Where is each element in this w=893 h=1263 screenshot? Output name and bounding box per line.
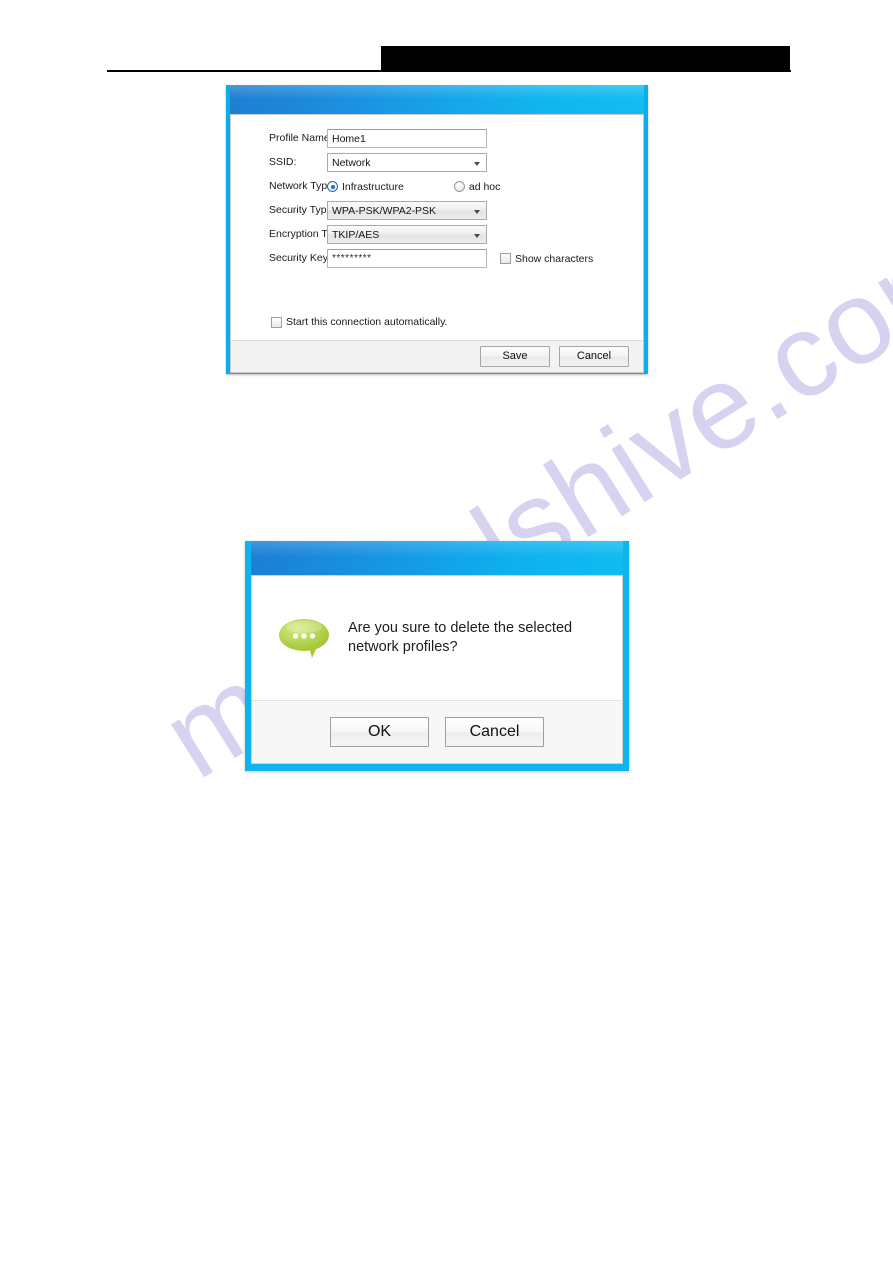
profile-dialog-footer: Save Cancel	[230, 340, 644, 373]
chevron-down-icon	[474, 209, 480, 214]
profile-name-row: Profile Name:	[231, 127, 643, 150]
encryption-type-label: Encryption Type:	[269, 228, 348, 240]
ssid-dropdown-value: Network	[332, 156, 371, 169]
profile-dialog-body: Profile Name: SSID: Network Network Type…	[230, 114, 644, 340]
encryption-type-dropdown-value: TKIP/AES	[332, 228, 380, 241]
profile-name-input[interactable]	[327, 129, 487, 148]
network-type-radio-group: Infrastructure ad hoc	[327, 181, 500, 193]
profile-form: Profile Name: SSID: Network Network Type…	[231, 115, 643, 270]
encryption-type-field-area: TKIP/AES	[327, 225, 487, 244]
security-type-field-area: WPA-PSK/WPA2-PSK	[327, 201, 487, 220]
header-redaction-bar	[381, 46, 790, 71]
profile-name-label: Profile Name:	[269, 132, 333, 144]
profile-editor-dialog: Profile Name: SSID: Network Network Type…	[226, 85, 648, 374]
page-header	[0, 0, 893, 86]
security-key-label: Security Key:	[269, 252, 331, 264]
encryption-type-row: Encryption Type: TKIP/AES	[231, 223, 643, 246]
titlebar-gloss	[251, 541, 623, 557]
save-button[interactable]: Save	[480, 346, 550, 367]
confirm-dialog-titlebar[interactable]	[251, 541, 623, 575]
security-type-dropdown-value: WPA-PSK/WPA2-PSK	[332, 204, 437, 217]
network-type-label: Network Type:	[269, 180, 336, 192]
header-divider-rule	[107, 70, 791, 72]
radio-selected-icon	[327, 181, 338, 192]
radio-infrastructure-label: Infrastructure	[342, 180, 404, 193]
radio-ad-hoc-label: ad hoc	[468, 180, 501, 193]
radio-unselected-icon	[453, 181, 465, 192]
ssid-field-area: Network	[327, 153, 487, 172]
ssid-dropdown[interactable]: Network	[327, 153, 487, 172]
confirm-dialog-footer: OK Cancel	[251, 700, 623, 764]
security-type-row: Security Type: WPA-PSK/WPA2-PSK	[231, 199, 643, 222]
encryption-type-dropdown[interactable]: TKIP/AES	[327, 225, 487, 244]
cancel-button[interactable]: Cancel	[559, 346, 629, 367]
network-type-row: Network Type: Infrastructure ad hoc	[231, 175, 643, 198]
security-type-label: Security Type:	[269, 204, 336, 216]
titlebar-gloss	[230, 85, 644, 99]
chevron-down-icon	[474, 161, 480, 166]
radio-ad-hoc[interactable]: ad hoc	[453, 180, 501, 193]
auto-start-label: Start this connection automatically.	[286, 316, 448, 328]
chevron-down-icon	[474, 233, 480, 238]
speech-bubble-icon	[278, 616, 334, 660]
checkbox-icon	[271, 316, 282, 328]
auto-start-checkbox[interactable]: Start this connection automatically.	[271, 316, 447, 328]
confirm-message-text: Are you sure to delete the selected netw…	[348, 620, 573, 655]
security-key-field-area: Show characters	[327, 249, 593, 268]
delete-confirmation-dialog: Are you sure to delete the selected netw…	[245, 541, 629, 771]
confirm-dialog-body: Are you sure to delete the selected netw…	[251, 575, 623, 700]
show-characters-checkbox[interactable]: Show characters	[500, 253, 593, 265]
cancel-button[interactable]: Cancel	[445, 717, 544, 747]
ssid-label: SSID:	[269, 156, 297, 168]
ok-button[interactable]: OK	[330, 717, 429, 747]
radio-infrastructure[interactable]: Infrastructure	[327, 181, 404, 193]
network-type-field-area: Infrastructure ad hoc	[327, 181, 500, 193]
profile-name-field-area	[327, 129, 487, 148]
security-key-input[interactable]	[327, 249, 487, 268]
show-characters-label: Show characters	[515, 252, 594, 265]
security-type-dropdown[interactable]: WPA-PSK/WPA2-PSK	[327, 201, 487, 220]
profile-dialog-titlebar[interactable]	[230, 85, 644, 114]
ssid-row: SSID: Network	[231, 151, 643, 174]
checkbox-icon	[500, 253, 511, 264]
security-key-row: Security Key: Show characters	[231, 247, 643, 270]
